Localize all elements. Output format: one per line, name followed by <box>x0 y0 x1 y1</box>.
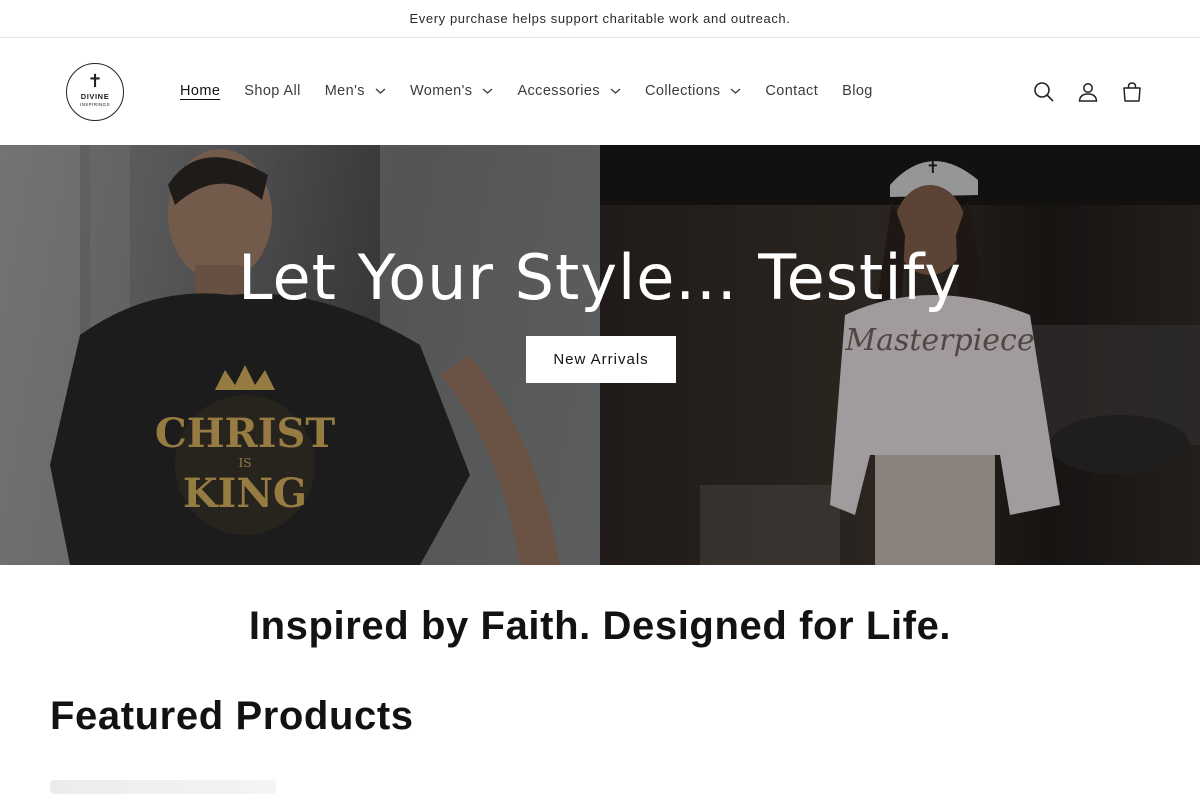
cart-button[interactable] <box>1120 80 1144 104</box>
nav-item-contact[interactable]: Contact <box>753 79 830 103</box>
main-nav: Home Shop All Men's Women's Accessories … <box>168 79 885 103</box>
hero-banner: CHRIST IS KING ✝ Masterpiece Let Your St… <box>0 145 1200 565</box>
chevron-down-icon <box>375 88 386 94</box>
search-icon <box>1034 82 1054 102</box>
cart-icon <box>1123 82 1141 102</box>
nav-item-collections[interactable]: Collections <box>633 79 753 103</box>
announcement-bar: Every purchase helps support charitable … <box>0 0 1200 38</box>
hero-title: Let Your Style... Testify <box>238 241 962 314</box>
nav-item-womens[interactable]: Women's <box>398 79 506 103</box>
nav-item-home[interactable]: Home <box>168 79 232 103</box>
nav-item-label: Blog <box>842 83 873 99</box>
nav-item-mens[interactable]: Men's <box>313 79 398 103</box>
header-icons <box>1032 80 1144 104</box>
cross-icon: ✝ <box>87 71 103 91</box>
nav-item-shop-all[interactable]: Shop All <box>232 79 312 103</box>
chevron-down-icon <box>610 88 621 94</box>
nav-item-label: Collections <box>645 83 721 99</box>
account-icon <box>1078 83 1098 102</box>
nav-item-label: Home <box>180 83 221 99</box>
logo-text-secondary: INSPIRINGS <box>79 102 110 107</box>
logo[interactable]: ✝ DIVINE INSPIRINGS <box>66 63 124 121</box>
nav-item-blog[interactable]: Blog <box>830 79 885 103</box>
logo-text-primary: DIVINE <box>80 92 110 101</box>
nav-item-label: Accessories <box>517 83 601 99</box>
nav-item-label: Shop All <box>244 83 301 99</box>
featured-products-heading: Featured Products <box>50 694 414 738</box>
chevron-down-icon <box>483 88 493 94</box>
account-button[interactable] <box>1076 80 1100 104</box>
chevron-down-icon <box>730 88 741 94</box>
product-row-preview <box>50 780 276 794</box>
nav-item-label: Men's <box>324 83 365 99</box>
new-arrivals-button[interactable]: New Arrivals <box>526 336 676 383</box>
announcement-text: Every purchase helps support charitable … <box>409 11 791 26</box>
tagline: Inspired by Faith. Designed for Life. <box>248 604 952 648</box>
nav-item-label: Contact <box>765 83 819 99</box>
site-header: ✝ DIVINE INSPIRINGS Home Shop All Men's … <box>0 39 1200 145</box>
nav-item-label: Women's <box>409 83 473 99</box>
search-button[interactable] <box>1032 80 1056 104</box>
nav-item-accessories[interactable]: Accessories <box>505 79 633 103</box>
